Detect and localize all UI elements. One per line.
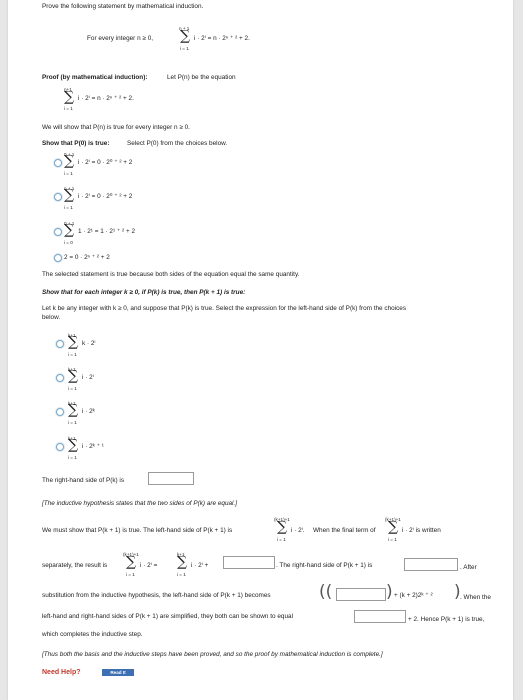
sum-body: i · 2ⁱ. <box>291 527 305 534</box>
inductive-heading: Show that for each integer k ≥ 0, if P(k… <box>42 289 246 296</box>
choice-lower: i = 1 <box>68 420 77 425</box>
lhs-choice-radio[interactable] <box>56 340 64 348</box>
sigma-symbol: ∑ <box>388 519 398 535</box>
rhs-k1-label: . The right-hand side of P(k + 1) is <box>276 562 373 569</box>
prompt-text: Prove the following statement by mathema… <box>42 3 204 10</box>
sigma-symbol: ∑ <box>68 334 78 350</box>
sum-lower: i = 1 <box>388 537 397 542</box>
choice-body: 2 = 0 · 2ⁿ ⁺ ² + 2 <box>64 254 110 261</box>
substitution-text: substitution from the inductive hypothes… <box>42 592 271 599</box>
hypothesis-note: [The inductive hypothesis states that th… <box>42 500 238 507</box>
show-all-text: We will show that P(n) is true for every… <box>42 124 190 131</box>
hence-text: + 2. Hence P(k + 1) is true, <box>408 616 485 623</box>
base-heading: Show that P(0) is true: <box>42 140 110 147</box>
sigma-symbol: ∑ <box>177 554 187 570</box>
sigma-symbol: ∑ <box>64 187 74 203</box>
choice-body: i · 2ᵏ <box>82 408 95 415</box>
rhs-pk1-input[interactable] <box>404 558 458 571</box>
after-text: . After <box>460 564 477 571</box>
lhs-choice-radio[interactable] <box>56 443 64 451</box>
lhs-choice-radio[interactable] <box>56 374 64 382</box>
sigma-symbol: ∑ <box>64 89 74 105</box>
base-instruction: Select P(0) from the choices below. <box>127 140 228 147</box>
sigma-symbol: ∑ <box>64 222 74 238</box>
rhs-pk-input[interactable] <box>148 472 194 485</box>
lhs-choice-radio[interactable] <box>56 408 64 416</box>
sum-body: i · 2ⁱ + <box>191 562 209 569</box>
proof-heading: Proof (by mathematical induction): <box>42 74 148 81</box>
inductive-instruction: Let k be any integer with k ≥ 0, and sup… <box>42 305 407 312</box>
base-conclusion: The selected statement is true because b… <box>42 271 300 278</box>
separately-text: separately, the result is <box>42 562 108 569</box>
choice-lower: i = 1 <box>68 352 77 357</box>
sum-lower: i = 1 <box>177 572 186 577</box>
choice-lower: i = 1 <box>64 171 73 176</box>
simplified-text: left-hand and right-hand sides of P(k + … <box>42 613 293 620</box>
choice-body: i · 2ⁱ = 0 · 2⁰ ⁺ ² + 2 <box>78 193 133 200</box>
statement-lower: i = 1 <box>180 46 189 51</box>
final-note: [Thus both the basis and the inductive s… <box>42 651 383 658</box>
sum-body: i · 2ⁱ = <box>140 562 158 569</box>
right-paren: ) <box>386 582 393 602</box>
choice-body: i · 2ⁱ = 0 · 2⁰ ⁺ ² + 2 <box>78 159 133 166</box>
when-the-text: . When the <box>460 594 491 601</box>
sigma-symbol: ∑ <box>126 554 136 570</box>
sigma-symbol: ∑ <box>277 519 287 535</box>
rhs-label: The right-hand side of P(k) is <box>42 477 125 484</box>
choice-body: k · 2ⁱ <box>82 340 96 347</box>
final-term-input[interactable] <box>223 556 275 569</box>
sigma-symbol: ∑ <box>64 153 74 169</box>
choice-body: i · 2ⁱ <box>82 374 94 381</box>
need-help-label: Need Help? <box>42 669 81 676</box>
read-it-button[interactable]: Read It <box>102 669 134 676</box>
base-choice-radio[interactable] <box>54 254 62 262</box>
choice-lower: i = 1 <box>68 386 77 391</box>
eq-body: i · 2ⁱ = n · 2ⁿ ⁺ ² + 2. <box>78 95 134 102</box>
left-paren: (( <box>319 582 333 602</box>
completes-text: which completes the inductive step. <box>42 631 143 638</box>
sigma-symbol: ∑ <box>180 28 190 44</box>
sigma-symbol: ∑ <box>68 402 78 418</box>
sum-lower: i = 1 <box>277 537 286 542</box>
sum-body: i · 2ⁱ is written <box>402 527 441 534</box>
base-choice-radio[interactable] <box>54 193 62 201</box>
inductive-instruction-cont: below. <box>42 314 61 321</box>
must-show-text: We must show that P(k + 1) is true. The … <box>42 527 233 534</box>
sum-lower: i = 1 <box>126 572 135 577</box>
statement-body: i · 2ⁱ = n · 2ⁿ ⁺ ² + 2. <box>194 35 250 42</box>
base-choice-radio[interactable] <box>54 228 62 236</box>
choice-lower: i = 1 <box>64 205 73 210</box>
sigma-symbol: ∑ <box>68 368 78 384</box>
problem-panel: Prove the following statement by mathema… <box>8 0 513 700</box>
sigma-symbol: ∑ <box>68 437 78 453</box>
proof-text: Let P(n) be the equation <box>167 74 236 81</box>
choice-body: 1 · 2¹ = 1 · 2¹ ⁺ ² + 2 <box>78 228 136 235</box>
choice-lower: i = 1 <box>68 455 77 460</box>
final-term-text: When the final term of <box>313 527 376 534</box>
statement-lead: For every integer n ≥ 0, <box>87 35 154 42</box>
choice-lower: i = 0 <box>64 240 73 245</box>
substitution-input[interactable] <box>336 588 386 601</box>
simplified-input[interactable] <box>354 610 406 623</box>
eq-lower: i = 1 <box>64 106 73 111</box>
base-choice-radio[interactable] <box>54 159 62 167</box>
becomes-tail: + (k + 2)2ᵏ ⁺ ² <box>394 592 433 599</box>
choice-body: i · 2ᵏ ⁺ ¹ <box>82 443 104 450</box>
